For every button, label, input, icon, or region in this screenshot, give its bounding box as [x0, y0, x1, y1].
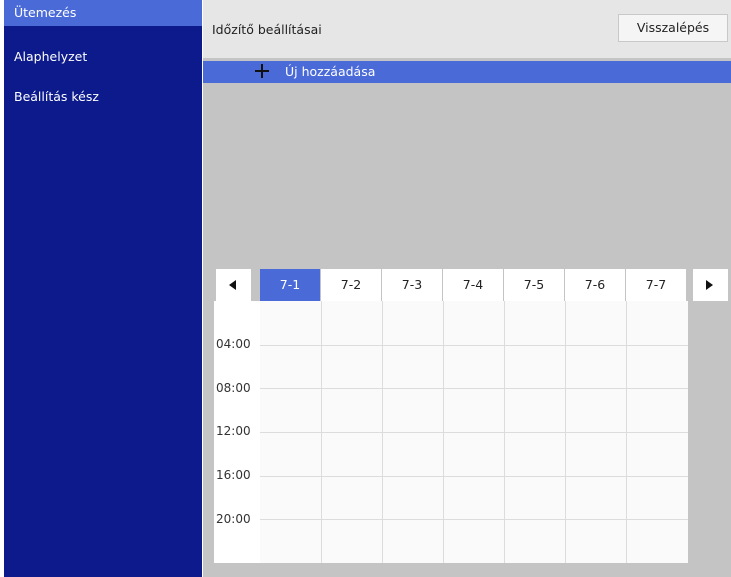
sidebar: Ütemezés Alaphelyzet Beállítás kész	[4, 0, 202, 577]
day-header-7-5[interactable]: 7-5	[504, 269, 564, 301]
sidebar-item-label: Beállítás kész	[14, 89, 99, 104]
grid-row-divider	[260, 519, 688, 520]
next-week-button[interactable]	[693, 269, 728, 301]
prev-week-button[interactable]	[216, 269, 251, 301]
main-panel: Időzítő beállításai Visszalépés Új hozzá…	[203, 0, 731, 577]
time-axis: 04:00 08:00 12:00 16:00 20:00	[214, 301, 260, 563]
day-header-7-6[interactable]: 7-6	[565, 269, 625, 301]
day-header-7-4[interactable]: 7-4	[443, 269, 503, 301]
day-header-7-3[interactable]: 7-3	[382, 269, 442, 301]
day-header-7-7[interactable]: 7-7	[626, 269, 686, 301]
add-new-button[interactable]: Új hozzáadása	[203, 61, 731, 83]
grid-row-divider	[260, 432, 688, 433]
day-header-7-2[interactable]: 7-2	[321, 269, 381, 301]
grid-row-divider	[260, 345, 688, 346]
time-label-0800: 08:00	[216, 381, 251, 395]
schedule-grid[interactable]	[260, 301, 688, 563]
time-label-2000: 20:00	[216, 512, 251, 526]
day-header-7-1[interactable]: 7-1	[260, 269, 320, 301]
time-label-0400: 04:00	[216, 337, 251, 351]
page-title: Időzítő beállításai	[212, 22, 322, 37]
sidebar-item-label: Alaphelyzet	[14, 49, 88, 64]
header: Időzítő beállításai Visszalépés	[203, 0, 731, 58]
grid-row-divider	[260, 388, 688, 389]
time-label-1200: 12:00	[216, 424, 251, 438]
sidebar-item-utemezes[interactable]: Ütemezés	[4, 0, 202, 26]
chevron-left-icon	[229, 280, 236, 290]
sidebar-item-alaphelyzet[interactable]: Alaphelyzet	[4, 44, 202, 70]
plus-icon	[255, 64, 269, 78]
time-label-1600: 16:00	[216, 468, 251, 482]
add-new-label: Új hozzáadása	[285, 64, 376, 79]
grid-row-divider	[260, 476, 688, 477]
sidebar-item-beallitas-kesz[interactable]: Beállítás kész	[4, 84, 202, 110]
chevron-right-icon	[706, 280, 713, 290]
sidebar-item-label: Ütemezés	[14, 5, 77, 20]
back-button[interactable]: Visszalépés	[618, 14, 728, 42]
